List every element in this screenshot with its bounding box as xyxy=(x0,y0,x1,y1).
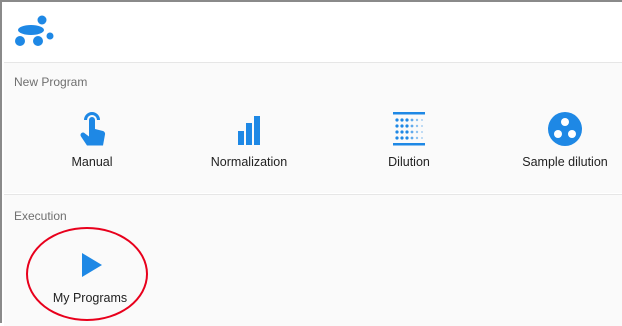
touch-hand-icon xyxy=(80,112,106,146)
brand-logo-icon xyxy=(15,15,54,46)
app-window: New Program Manual Normalization Dilutio… xyxy=(0,0,622,326)
normalization-label: Normalization xyxy=(210,155,288,169)
play-icon xyxy=(82,253,102,277)
new-program-title: New Program xyxy=(14,75,88,89)
dilution-label: Dilution xyxy=(388,155,430,169)
manual-label: Manual xyxy=(71,155,113,169)
bar-chart-icon xyxy=(238,116,260,145)
manual-tile[interactable]: Manual xyxy=(27,109,157,189)
normalization-tile[interactable]: Normalization xyxy=(184,109,314,189)
sample-dots-icon xyxy=(548,112,582,146)
dilution-tile[interactable]: Dilution xyxy=(344,109,474,189)
dilution-grid-icon xyxy=(393,112,425,146)
sample-dilution-tile[interactable]: Sample dilution xyxy=(500,109,622,189)
execution-title: Execution xyxy=(14,209,67,223)
new-program-section: New Program Manual Normalization Dilutio… xyxy=(4,62,622,193)
sample-dilution-label: Sample dilution xyxy=(522,155,608,169)
execution-section: Execution My Programs xyxy=(4,194,622,326)
my-programs-label: My Programs xyxy=(52,291,128,305)
my-programs-tile[interactable]: My Programs xyxy=(25,245,155,325)
